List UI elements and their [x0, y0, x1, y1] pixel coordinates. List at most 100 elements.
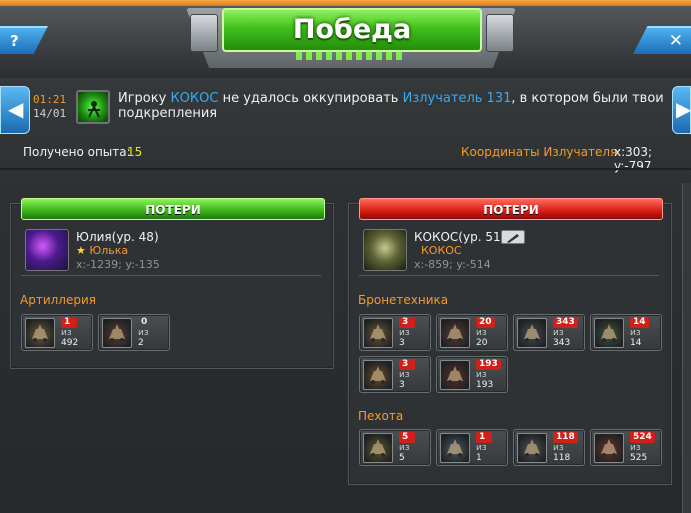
heavy-artillery-icon	[102, 318, 132, 348]
radiation-emitter-icon	[76, 90, 110, 124]
assault-tank-icon	[517, 318, 547, 348]
attacker-panel: ПОТЕРИ КОКОС(ур. 51) КОКОС x:-859; y:-51…	[348, 198, 672, 485]
units-lost-badge: 3	[399, 317, 415, 328]
title-bolt-left	[190, 14, 218, 52]
assault-trooper-icon	[594, 433, 624, 463]
walker-mech-icon	[363, 318, 393, 348]
player-coordinates: x:-1239; y:-135	[76, 258, 160, 271]
player-coordinates: x:-859; y:-514	[414, 258, 491, 271]
unit-card[interactable]: 20 из 20	[436, 314, 508, 351]
scorpion-tank-icon	[363, 360, 393, 390]
units-total: 118	[553, 453, 571, 463]
divider	[359, 275, 659, 276]
unit-card[interactable]: 0 из 2	[98, 314, 170, 351]
unit-card[interactable]: 3 из 3	[359, 314, 431, 351]
unit-card[interactable]: 524 из 525	[590, 429, 662, 466]
message-prefix: Игроку	[118, 91, 171, 106]
units-total: 1	[476, 453, 482, 463]
of-label: из	[630, 443, 641, 453]
sniper-icon	[440, 433, 470, 463]
units-lost-badge: 3	[399, 359, 415, 370]
units-lost-badge: 1	[61, 317, 77, 328]
units-total: 20	[476, 338, 488, 348]
crawler-tank-icon	[440, 360, 470, 390]
units-lost-badge: 524	[630, 432, 655, 443]
report-date: 14/01	[33, 107, 67, 120]
defender-panel: ПОТЕРИ Юлия(ур. 48) ★ Юлька x:-1239; y:-…	[10, 198, 334, 369]
player-name[interactable]: Юлия(ур. 48)	[76, 230, 159, 244]
of-label: из	[553, 328, 564, 338]
divider	[0, 168, 691, 170]
unit-card[interactable]: 1 из 492	[21, 314, 93, 351]
player-name[interactable]: КОКОС(ур. 51)	[414, 230, 505, 244]
coordinates-label: Координаты Излучателя:	[461, 145, 622, 159]
units-total: 193	[476, 380, 494, 390]
of-label: из	[138, 328, 149, 338]
rifleman-icon	[517, 433, 547, 463]
report-message: Игроку КОКОС не удалось оккупировать Изл…	[118, 91, 670, 121]
units-total: 525	[630, 453, 648, 463]
unit-card[interactable]: 193 из 193	[436, 356, 508, 393]
unit-card[interactable]: 5 из 5	[359, 429, 431, 466]
of-label: из	[630, 328, 641, 338]
battle-report-window: ? ✕ Победа ◀ ▶ 01:21 14/01 Игроку КОКОС …	[0, 0, 691, 513]
section-title-infantry: Пехота	[358, 409, 404, 423]
units-total: 3	[399, 338, 405, 348]
title-bolt-right	[486, 14, 514, 52]
section-title-armor: Бронетехника	[358, 293, 449, 307]
message-middle: не удалось оккупировать	[218, 91, 403, 106]
units-total: 2	[138, 338, 144, 348]
of-label: из	[553, 443, 564, 453]
section-title-artillery: Артиллерия	[20, 293, 96, 307]
avatar[interactable]	[25, 229, 69, 271]
units-lost-badge: 1	[476, 432, 492, 443]
artillery-tank-icon	[25, 318, 55, 348]
alliance-name[interactable]: КОКОС	[421, 244, 462, 257]
attacker-link[interactable]: КОКОС	[170, 91, 218, 106]
units-lost-badge: 14	[630, 317, 649, 328]
units-total: 492	[61, 338, 79, 348]
units-lost-badge: 5	[399, 432, 415, 443]
units-lost-badge: 193	[476, 359, 501, 370]
unit-card[interactable]: 343 из 343	[513, 314, 585, 351]
attacker-losses-header: ПОТЕРИ	[359, 198, 663, 220]
units-lost-badge: 343	[553, 317, 578, 328]
experience-value: 15	[127, 145, 143, 159]
defender-losses-header: ПОТЕРИ	[21, 198, 325, 220]
units-total: 343	[553, 338, 571, 348]
scroll-edge	[682, 183, 691, 513]
units-total: 14	[630, 338, 642, 348]
of-label: из	[476, 328, 487, 338]
title-lights	[296, 52, 406, 60]
chevron-right-icon: ▶	[676, 97, 691, 121]
unit-card[interactable]: 118 из 118	[513, 429, 585, 466]
units-total: 5	[399, 453, 405, 463]
unit-card[interactable]: 1 из 1	[436, 429, 508, 466]
unit-card[interactable]: 3 из 3	[359, 356, 431, 393]
chevron-left-icon: ◀	[8, 97, 24, 121]
experience-label: Получено опыта:	[23, 145, 131, 159]
help-label: ?	[10, 32, 19, 50]
units-lost-badge: 118	[553, 432, 578, 443]
alliance-name[interactable]: Юлька	[89, 244, 128, 257]
of-label: из	[61, 328, 72, 338]
units-lost-badge: 0	[141, 317, 148, 327]
page-title: Победа	[222, 8, 482, 52]
unit-card[interactable]: 14 из 14	[590, 314, 662, 351]
divider	[21, 275, 321, 276]
of-label: из	[476, 370, 487, 380]
report-time: 01:21	[33, 93, 67, 106]
previous-report-button[interactable]: ◀	[0, 86, 30, 134]
pencil-icon[interactable]	[501, 230, 525, 244]
close-icon: ✕	[668, 31, 683, 51]
target-link[interactable]: Излучатель 131	[403, 91, 512, 106]
spider-tank-icon	[440, 318, 470, 348]
of-label: из	[399, 328, 410, 338]
avatar[interactable]	[363, 229, 407, 271]
star-icon: ★	[76, 244, 86, 257]
of-label: из	[399, 370, 410, 380]
next-report-button[interactable]: ▶	[672, 86, 691, 134]
of-label: из	[399, 443, 410, 453]
units-lost-badge: 20	[476, 317, 495, 328]
player-alliance: ★ Юлька	[76, 244, 128, 257]
